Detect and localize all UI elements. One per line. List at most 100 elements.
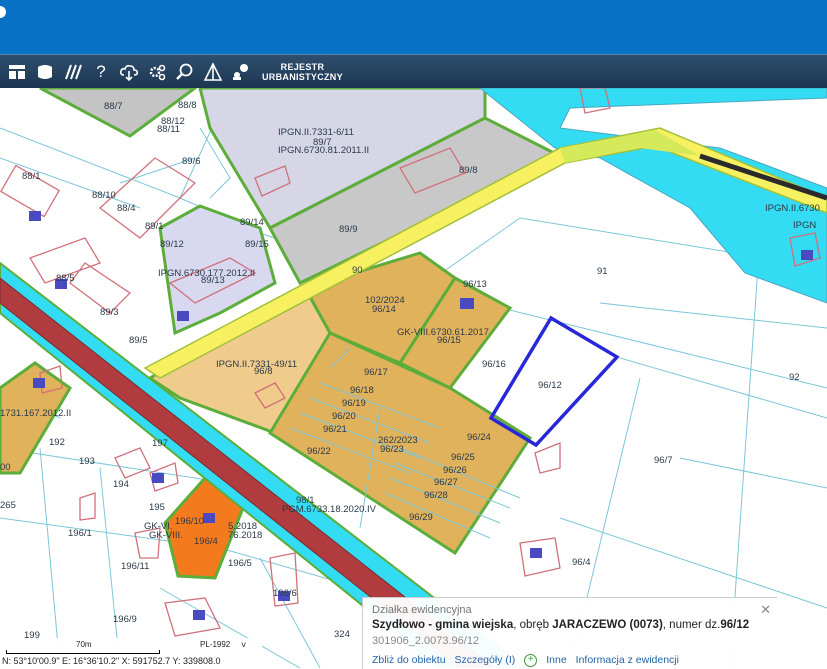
parcel-label: 96/13 [463,279,487,290]
parcel-label: 192 [49,437,65,448]
parcel-label: 196/6 [273,588,297,599]
parcel-info-popup: Działka ewidencyjna ✕ Szydłowo - gmina w… [362,597,777,669]
registry-info-link[interactable]: Informacja z ewidencji [576,654,679,667]
text-parcel-prefix: , numer dz. [662,619,721,631]
parcel-label: 89/1 [145,221,164,232]
crs-selector[interactable]: PL-1992 [200,640,230,649]
parcel-label: 96/26 [443,465,467,476]
parcel-label: 89/15 [245,239,269,250]
parcel-label: 265 [0,500,16,511]
parcel-label: IPGN.6730.81.2011.II [278,145,369,156]
parcel-label: 92 [789,372,800,383]
parcel-label: 96/14 [372,304,396,315]
parcel-label: 194 [113,479,129,490]
parcel-label: 88/11 [157,124,180,135]
text-precinct-prefix: , obręb [513,619,553,631]
parcel-label: 88/5 [56,273,75,284]
cloud-download-icon[interactable] [118,61,140,83]
parcel-label: 193 [79,456,95,467]
parcel-label: 96/12 [538,380,562,391]
app-header [0,0,827,54]
parcel-label: 195 [149,502,165,513]
parcel-label: 96/27 [434,477,458,488]
parcel-label: 196/11 [121,561,149,572]
map-canvas[interactable]: 88/7 88/8 88/12 88/11 89/6 88/1 88/10 88/4 89/1 8… [0,88,827,668]
other-link[interactable]: Inne [546,654,566,667]
municipality: Szydłowo - gmina wiejska [372,619,514,631]
building-marker-icon [152,473,164,483]
building-marker-icon [29,211,41,221]
parcel-label: 196/9 [113,614,137,625]
parcel-label: 96/18 [350,385,374,396]
parcel-label: 96/22 [307,446,331,457]
info-tool-icon[interactable] [230,61,252,83]
parcel-label: 89/6 [182,156,201,167]
parcel-label: 89/9 [339,224,358,235]
scale-label: 70m [76,640,92,649]
hatch-icon[interactable] [62,61,84,83]
building-marker-icon [177,311,189,321]
measure-icon[interactable] [202,61,224,83]
parcel-label: 96/24 [467,432,491,443]
building-marker-icon [193,610,205,620]
parcel-label: 89/8 [459,165,478,176]
building-marker-icon [530,548,542,558]
cursor-coordinates: N: 53°10'00.9" E: 16°36'10.2" X: 591752.… [0,656,272,668]
parcel-label: 96/4 [572,557,591,568]
parcel-label: IPGN [793,220,816,231]
parcel-identifier: 301906_2.0073.96/12 [372,635,480,647]
parcel-label: 88/8 [178,100,197,111]
precinct: JARACZEWO (0073) [552,619,663,631]
registry-line1: REJESTR [280,62,325,72]
parcel-label: 1731.167.2012.II [0,408,71,419]
parcel-label: IPGN.II.6730 [765,203,820,214]
popup-links: Zbliż do obiektu Szczegóły (I) + Inne In… [372,654,679,667]
map-view-icon[interactable] [34,61,56,83]
map-drawing: 88/7 88/888/1288/1189/688/188/1088/489/18… [0,88,827,668]
map-toolbar: ? REJESTR URBANISTYCZNY [0,54,827,89]
parcel-label: 89/12 [160,239,184,250]
parcel-label: IPGN.II.7331-6/11 [278,127,354,138]
popup-header: Działka ewidencyjna [372,604,472,616]
building-marker-icon [203,513,215,523]
parcel-label: PGM.6733.18.2020.IV [282,504,377,515]
parcel-number: 96/12 [720,619,750,631]
parcel-label: 88/7 [104,101,123,112]
plus-icon[interactable]: + [524,654,538,667]
building-marker-icon [460,298,474,309]
parcel-label: 76.2018 [228,530,262,541]
parcel-label: 89/3 [100,307,119,318]
parcel-label: 91 [597,266,608,277]
registry-line2: URBANISTYCZNY [262,72,343,82]
parcel-label: 96/7 [654,455,673,466]
water-strip [479,88,827,304]
scale-line [6,650,160,654]
building-marker-icon [801,250,813,260]
parcel-label: 96/21 [323,424,347,435]
layers-icon[interactable] [6,61,28,83]
settings-icon[interactable] [146,61,168,83]
parcel-label: 197 [152,438,168,449]
parcel-label: 96/28 [424,490,448,501]
parcel-label: 96/23 [380,444,404,455]
parcel-label: 89/5 [129,335,148,346]
details-link[interactable]: Szczegóły (I) [455,654,516,667]
logo-icon [0,6,6,18]
urban-registry-button[interactable]: REJESTR URBANISTYCZNY [262,62,343,82]
parcel-label: 96/20 [332,411,356,422]
help-icon[interactable]: ? [90,61,112,83]
close-icon[interactable]: ✕ [760,602,771,618]
parcel-label: 196/10 [175,516,204,527]
parcel-label: 196/1 [68,528,92,539]
chevron-down-icon[interactable]: ˅ [241,640,246,650]
zoom-to-object-link[interactable]: Zbliż do obiektu [372,654,446,667]
parcel-label: 96/25 [451,452,475,463]
parcel-description: Szydłowo - gmina wiejska, obręb JARACZEW… [372,619,749,631]
zoom-icon[interactable] [174,61,196,83]
parcel-label: 96/16 [482,359,506,370]
building-marker-icon [33,378,45,388]
parcel-label: 88/10 [92,190,116,201]
parcel-label: 196/4 [194,536,218,547]
parcel-label: GK-VIII. [149,530,183,541]
parcel-label: 89/14 [240,217,264,228]
